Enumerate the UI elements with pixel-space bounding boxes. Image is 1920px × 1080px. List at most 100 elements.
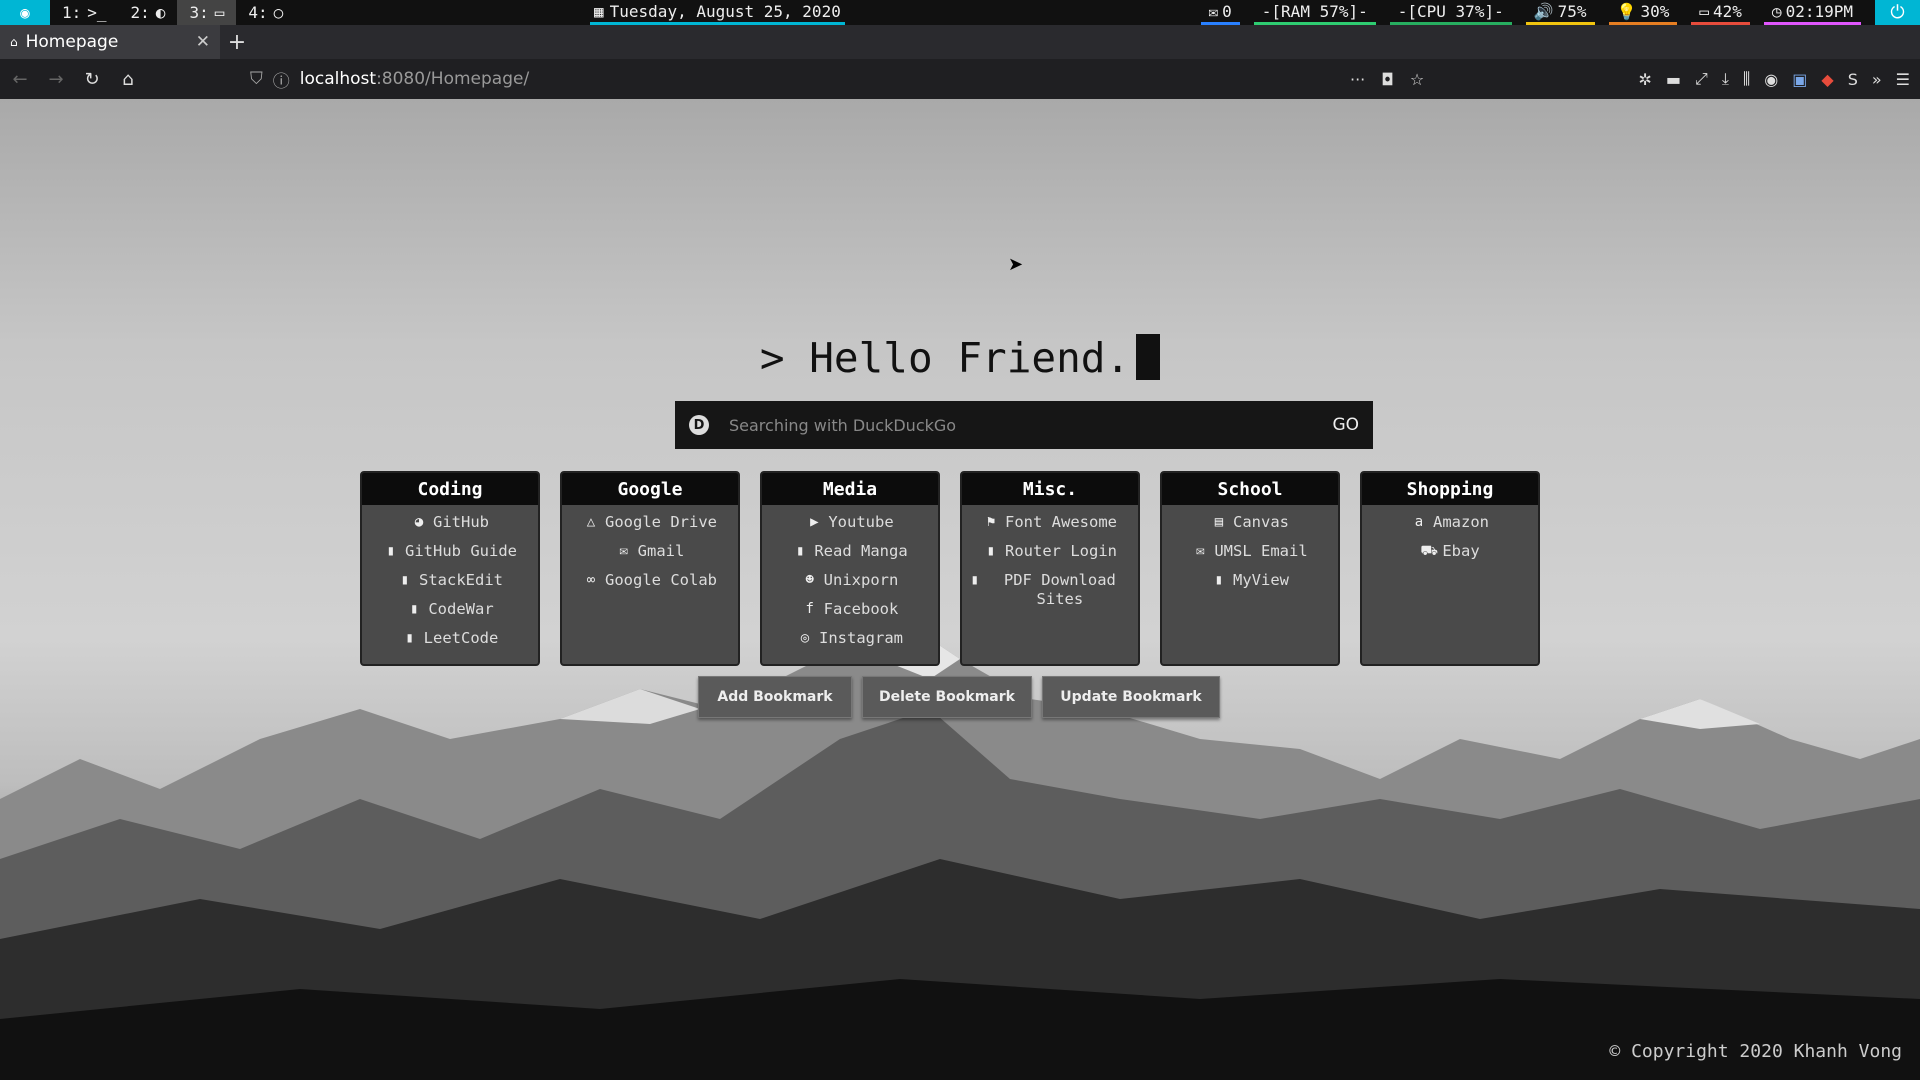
bookmark-link[interactable]: ⛟ Ebay bbox=[1362, 542, 1538, 561]
bookmark-label: UMSL Email bbox=[1214, 542, 1308, 560]
bookmark-link[interactable]: ∞ Google Colab bbox=[562, 571, 738, 590]
extension-icon[interactable]: ▣ bbox=[1792, 70, 1807, 89]
workspace-label: 4: bbox=[248, 3, 268, 22]
bookmark-link[interactable]: △ Google Drive bbox=[562, 513, 738, 532]
download-icon[interactable]: ⤓ bbox=[1722, 69, 1729, 89]
shield-icon[interactable]: ⛉ bbox=[250, 69, 263, 89]
library-icon[interactable]: ⫼ bbox=[1743, 69, 1750, 89]
envelope-icon: ✉ bbox=[1208, 1, 1219, 21]
terminal-icon: >_ bbox=[87, 3, 107, 22]
star-icon[interactable]: ☆ bbox=[1410, 70, 1424, 89]
bookmark-link[interactable]: ✉ UMSL Email bbox=[1162, 542, 1338, 561]
bookmark-label: Gmail bbox=[637, 542, 685, 560]
bookmark-link[interactable]: ▮ LeetCode bbox=[362, 629, 538, 648]
workspace-label: 1: bbox=[62, 3, 82, 22]
facebook-icon: f bbox=[805, 601, 814, 617]
bookmark-link[interactable]: ▮ GitHub Guide bbox=[362, 542, 538, 561]
text-cursor bbox=[1136, 334, 1161, 380]
search-bar: D GO bbox=[675, 401, 1373, 449]
gear-icon[interactable]: ✲ bbox=[1639, 70, 1652, 89]
workspace-4[interactable]: 4: ○ bbox=[236, 0, 295, 25]
bookmark-icon: ▮ bbox=[970, 572, 980, 588]
update-bookmark-button[interactable]: Update Bookmark bbox=[1042, 676, 1220, 718]
back-icon[interactable]: ← bbox=[4, 63, 36, 95]
bookmark-link[interactable]: ▮ PDF Download Sites bbox=[962, 571, 1138, 609]
bookmark-label: Font Awesome bbox=[1005, 513, 1117, 531]
volume-module[interactable]: 🔊 75% bbox=[1525, 0, 1595, 25]
bookmark-icon: ▮ bbox=[796, 543, 805, 559]
category-misc: Misc. ⚑ Font Awesome ▮ Router Login ▮ PDF D… bbox=[960, 471, 1140, 666]
screenshot-icon[interactable]: ◉ bbox=[0, 0, 50, 25]
home-icon[interactable]: ⌂ bbox=[112, 63, 144, 95]
workspace-2[interactable]: 2: ◐ bbox=[119, 0, 178, 25]
url-bar[interactable]: ⛉ ⓘ localhost :8080/Homepage/ bbox=[250, 64, 1430, 94]
bookmark-link[interactable]: a Amazon bbox=[1362, 513, 1538, 532]
bookmark-link[interactable]: ⚑ Font Awesome bbox=[962, 513, 1138, 532]
envelope-icon: ✉ bbox=[619, 543, 628, 559]
battery-text: 42% bbox=[1713, 1, 1742, 21]
calendar-icon: ▦ bbox=[594, 1, 604, 21]
pocket-icon[interactable]: ◘ bbox=[1381, 70, 1394, 89]
laptop-icon[interactable]: ▬ bbox=[1666, 70, 1681, 89]
clock-text: 02:19PM bbox=[1785, 1, 1853, 21]
bookmark-label: GitHub bbox=[433, 513, 489, 531]
bookmark-label: Google Drive bbox=[605, 513, 717, 531]
bookmark-link[interactable]: ▮ MyView bbox=[1162, 571, 1338, 590]
cpu-text: -[CPU 37%]- bbox=[1397, 1, 1504, 21]
bookmark-label: CodeWar bbox=[428, 600, 494, 618]
workspace-3[interactable]: 3: ▭ bbox=[177, 0, 237, 25]
duckduckgo-icon: D bbox=[689, 415, 709, 435]
bookmark-link[interactable]: ▮ CodeWar bbox=[362, 600, 538, 619]
delete-bookmark-button[interactable]: Delete Bookmark bbox=[862, 676, 1032, 718]
clock-module: ◷ 02:19PM bbox=[1763, 0, 1861, 25]
bookmark-link[interactable]: ▮ StackEdit bbox=[362, 571, 538, 590]
tab-homepage[interactable]: ⌂ Homepage ✕ bbox=[0, 25, 220, 59]
info-icon[interactable]: ⓘ bbox=[273, 67, 290, 92]
bookmark-icon: ▮ bbox=[405, 630, 414, 646]
brightness-module[interactable]: 💡 30% bbox=[1608, 0, 1678, 25]
bookmark-categories: Coding ◕ GitHub ▮ GitHub Guide ▮ StackEdit … bbox=[360, 471, 1540, 666]
more-actions-icon[interactable]: ··· bbox=[1350, 70, 1365, 89]
bookmark-icon: ▮ bbox=[986, 543, 996, 559]
mail-bulk-icon: ✉ bbox=[1196, 543, 1205, 559]
bookmark-label: GitHub Guide bbox=[405, 542, 517, 560]
bookmark-link[interactable]: f Facebook bbox=[762, 600, 938, 619]
stylus-icon[interactable]: S bbox=[1848, 70, 1858, 89]
bookmark-label: Router Login bbox=[1005, 542, 1117, 560]
youtube-icon: ▶ bbox=[810, 514, 819, 530]
clock-icon: ◷ bbox=[1771, 1, 1782, 21]
category-shopping: Shopping a Amazon ⛟ Ebay bbox=[1360, 471, 1540, 666]
bookmark-label: Canvas bbox=[1233, 513, 1289, 531]
add-bookmark-button[interactable]: Add Bookmark bbox=[698, 676, 852, 718]
bookmark-link[interactable]: ✉ Gmail bbox=[562, 542, 738, 561]
battery-icon: ▭ bbox=[1699, 1, 1710, 21]
bookmark-link[interactable]: ☻ Unixporn bbox=[762, 571, 938, 590]
bookmark-link[interactable]: ▮ Router Login bbox=[962, 542, 1138, 561]
bookmark-label: StackEdit bbox=[419, 571, 503, 589]
bookmark-link[interactable]: ▶ Youtube bbox=[762, 513, 938, 532]
forward-icon[interactable]: → bbox=[40, 63, 72, 95]
category-media: Media ▶ Youtube ▮ Read Manga ☻ Unixporn f Fa… bbox=[760, 471, 940, 666]
cpu-module: -[CPU 37%]- bbox=[1389, 0, 1512, 25]
reload-icon[interactable]: ↻ bbox=[76, 63, 108, 95]
power-icon[interactable]: ⏻ bbox=[1875, 0, 1920, 25]
bookmark-link[interactable]: ◎ Instagram bbox=[762, 629, 938, 648]
new-tab-icon[interactable]: + bbox=[220, 30, 254, 55]
bookmark-label: Youtube bbox=[828, 513, 894, 531]
bookmark-link[interactable]: ▤ Canvas bbox=[1162, 513, 1338, 532]
bookmark-link[interactable]: ◕ GitHub bbox=[362, 513, 538, 532]
menu-icon[interactable]: ☰ bbox=[1896, 70, 1910, 89]
go-button[interactable]: GO bbox=[1332, 415, 1359, 435]
bookmark-link[interactable]: ▮ Read Manga bbox=[762, 542, 938, 561]
workspace-label: 3: bbox=[189, 3, 209, 22]
workspace-1[interactable]: 1: >_ bbox=[50, 0, 119, 25]
close-icon[interactable]: ✕ bbox=[196, 32, 210, 52]
account-icon[interactable]: ◉ bbox=[1764, 70, 1778, 89]
volume-text: 75% bbox=[1557, 1, 1587, 21]
mail-module[interactable]: ✉ 0 bbox=[1200, 0, 1240, 25]
expand-icon[interactable]: ⤢ bbox=[1695, 69, 1708, 89]
search-input[interactable] bbox=[723, 415, 1319, 435]
adblock-icon[interactable]: ◆ bbox=[1821, 70, 1833, 89]
overflow-icon[interactable]: » bbox=[1872, 70, 1882, 89]
homepage: ➤ > Hello Friend. D GO Coding ◕ GitHub ▮ G… bbox=[0, 99, 1920, 1080]
